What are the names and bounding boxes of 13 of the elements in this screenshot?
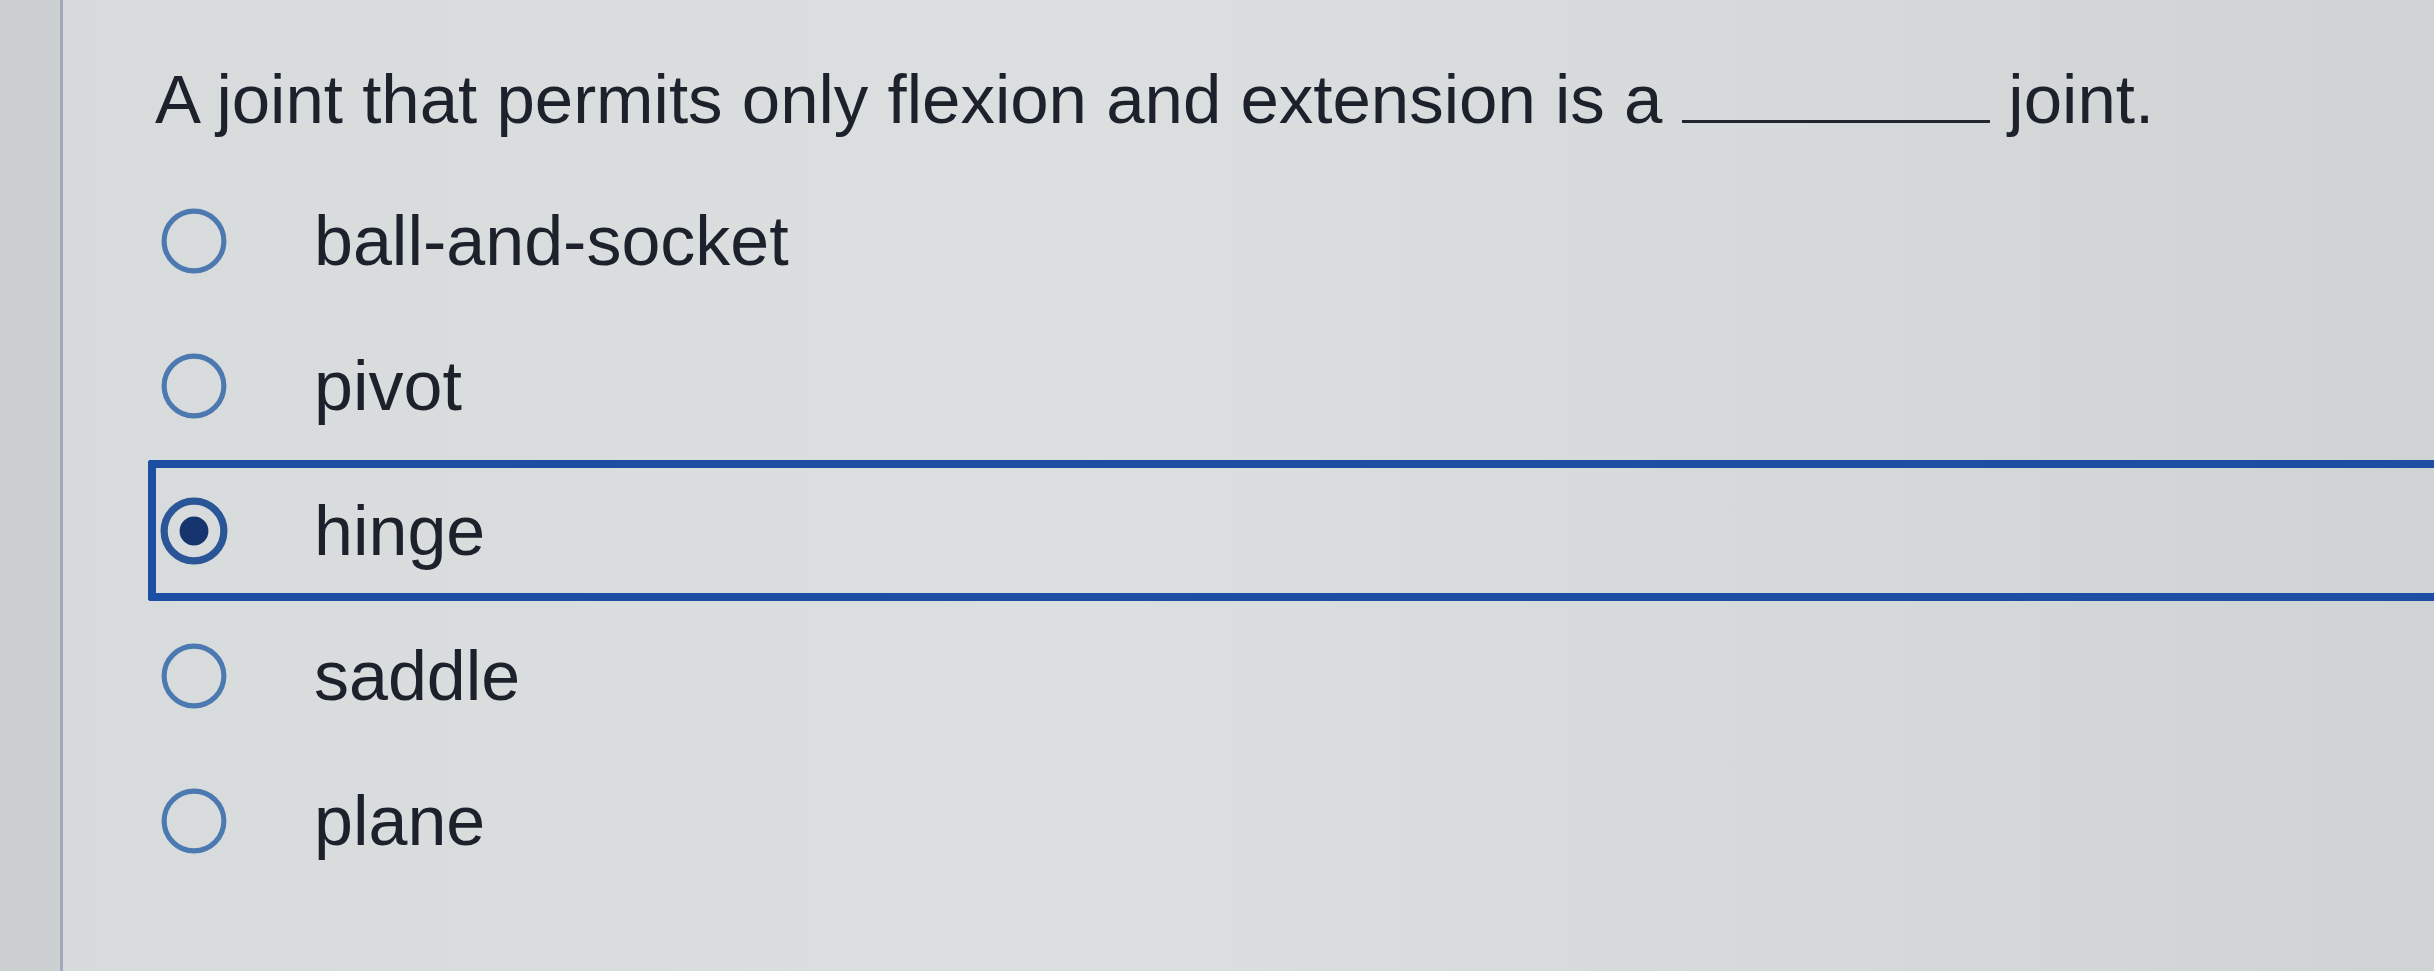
option-label[interactable]: saddle (314, 634, 521, 717)
question-text: joint. (2008, 61, 2155, 138)
radio-button[interactable] (160, 351, 228, 420)
question-text: A joint that permits only flexion and extension is a (155, 61, 1663, 138)
radio-button[interactable] (160, 206, 228, 275)
option-label[interactable]: plane (314, 779, 486, 862)
option-label[interactable]: hinge (314, 489, 486, 572)
selected-option-frame[interactable]: hinge (148, 460, 2434, 601)
option-label[interactable]: ball-and-socket (314, 199, 789, 282)
option-label[interactable]: pivot (314, 344, 462, 427)
radio-button[interactable] (160, 496, 228, 565)
radio-button[interactable] (160, 641, 228, 710)
radio-button[interactable] (160, 786, 228, 855)
